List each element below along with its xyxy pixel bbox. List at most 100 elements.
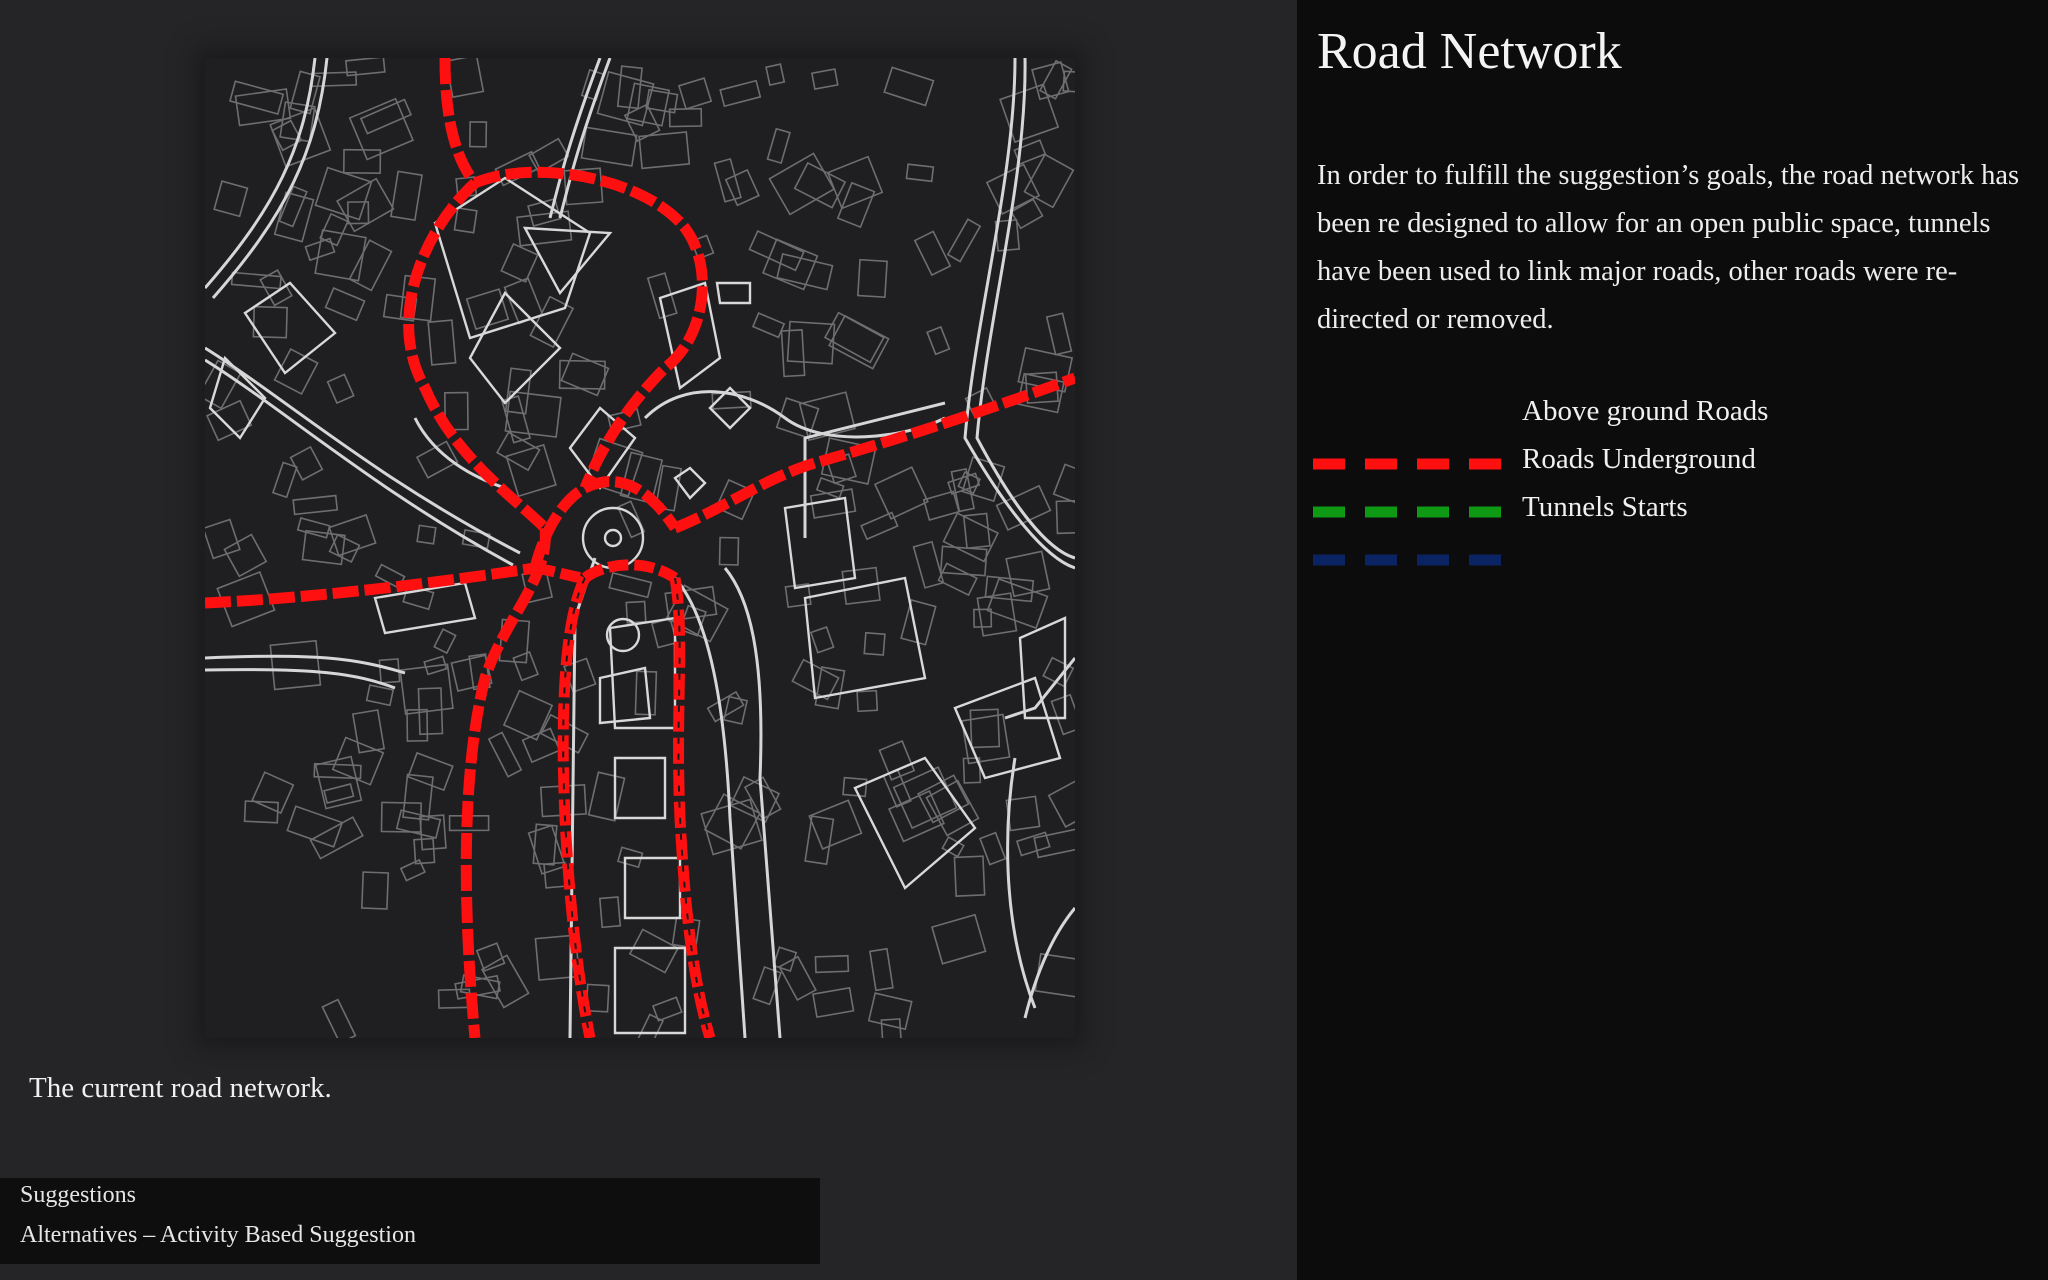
building-footprint bbox=[527, 824, 567, 875]
building-footprint bbox=[713, 157, 742, 203]
building-footprint bbox=[863, 631, 886, 656]
building-footprint bbox=[1050, 693, 1075, 736]
building-footprint bbox=[836, 181, 876, 229]
building-footprint bbox=[289, 445, 324, 481]
building-footprint bbox=[751, 312, 786, 339]
building-footprint bbox=[765, 63, 786, 86]
building-footprint bbox=[1034, 952, 1075, 999]
building-footprint bbox=[598, 896, 622, 929]
building-footprint bbox=[880, 1018, 903, 1038]
city-blocks bbox=[208, 176, 1067, 1035]
building-footprint bbox=[905, 163, 935, 183]
building-footprint bbox=[913, 230, 952, 277]
building-footprint bbox=[480, 954, 530, 1009]
building-footprint bbox=[360, 871, 390, 910]
building-footprint bbox=[810, 68, 839, 91]
building-footprint bbox=[323, 783, 355, 804]
legend-swatch-red-dashes bbox=[1313, 458, 1503, 470]
building-footprint bbox=[856, 689, 879, 713]
legend-label-above-ground: Above ground Roads bbox=[1522, 395, 1769, 427]
building-footprint bbox=[496, 431, 541, 472]
building-footprint bbox=[860, 511, 899, 541]
building-footprint bbox=[761, 238, 819, 291]
building-footprint bbox=[580, 126, 638, 167]
legend-label-underground: Roads Underground bbox=[1522, 443, 1756, 475]
building-footprint bbox=[500, 242, 539, 283]
building-footprint bbox=[342, 148, 382, 174]
building-footprint bbox=[296, 516, 331, 539]
legend-swatch-green-dashes bbox=[1313, 506, 1503, 518]
building-footprint bbox=[748, 230, 805, 272]
building-footprint bbox=[487, 731, 523, 778]
building-footprint bbox=[347, 201, 370, 225]
building-footprint bbox=[636, 1013, 665, 1038]
road-network-map bbox=[205, 58, 1075, 1038]
building-footprint bbox=[650, 617, 678, 649]
building-footprint bbox=[719, 79, 762, 108]
footer-section-label: Suggestions bbox=[20, 1182, 137, 1208]
building-footprint bbox=[230, 271, 282, 290]
legend-label-tunnel-starts: Tunnels Starts bbox=[1522, 491, 1688, 523]
building-footprint bbox=[786, 320, 836, 365]
building-footprint bbox=[453, 207, 478, 234]
building-footprint bbox=[999, 83, 1060, 144]
building-footprint bbox=[1005, 795, 1041, 832]
building-footprint bbox=[1010, 198, 1044, 230]
building-footprint bbox=[475, 942, 506, 972]
building-footprint bbox=[278, 185, 308, 228]
building-footprint bbox=[873, 466, 929, 520]
building-footprint bbox=[1045, 312, 1073, 356]
building-footprint bbox=[888, 789, 945, 843]
building-footprint bbox=[427, 319, 457, 366]
building-footprint bbox=[326, 373, 355, 405]
building-footprint bbox=[868, 947, 894, 992]
panel-description: In order to fulfill the suggestion’s goa… bbox=[1317, 160, 2020, 335]
building-footprint bbox=[780, 329, 806, 378]
building-footprint bbox=[251, 771, 295, 815]
building-footprint bbox=[587, 771, 626, 822]
building-footprint bbox=[922, 490, 960, 521]
building-footprint bbox=[628, 928, 680, 974]
building-footprint bbox=[900, 599, 937, 646]
building-footprint bbox=[651, 996, 683, 1022]
building-footprint bbox=[271, 119, 303, 152]
building-footprint bbox=[973, 608, 993, 628]
building-footprint bbox=[413, 837, 436, 865]
map-canvas bbox=[205, 58, 1075, 1038]
building-footprint bbox=[365, 684, 395, 707]
building-footprint bbox=[504, 390, 562, 438]
building-footprint bbox=[273, 347, 319, 396]
building-footprint bbox=[1042, 656, 1075, 688]
building-footprint bbox=[433, 628, 457, 655]
panel-title: Road Network bbox=[1317, 23, 1622, 80]
building-footprint bbox=[718, 536, 740, 566]
building-footprint bbox=[390, 170, 423, 222]
building-footprint bbox=[348, 239, 393, 292]
building-footprint bbox=[778, 955, 817, 1002]
building-footprint bbox=[324, 287, 366, 322]
building-footprint bbox=[1033, 826, 1075, 859]
building-footprint bbox=[321, 998, 357, 1038]
building-footprint bbox=[677, 77, 713, 110]
building-footprint bbox=[269, 639, 322, 691]
building-footprint bbox=[271, 461, 298, 499]
footer-subsection-label: Alternatives – Activity Based Suggestion bbox=[20, 1222, 416, 1248]
building-footprint bbox=[867, 992, 913, 1031]
building-footprint bbox=[926, 325, 951, 356]
building-footprint bbox=[469, 121, 488, 148]
building-footprint bbox=[512, 650, 539, 682]
building-footprint bbox=[946, 218, 982, 263]
building-footprint bbox=[812, 986, 855, 1019]
building-footprint bbox=[706, 690, 745, 723]
building-footprint bbox=[808, 799, 863, 851]
building-footprint bbox=[814, 954, 850, 974]
building-footprint bbox=[608, 571, 653, 599]
building-footprint bbox=[213, 180, 249, 218]
building-footprint bbox=[406, 708, 429, 742]
building-footprint bbox=[502, 689, 554, 741]
building-footprint bbox=[205, 399, 253, 442]
building-footprint bbox=[380, 801, 422, 833]
legend-swatch-blue-dashes bbox=[1313, 554, 1503, 566]
map-caption: The current road network. bbox=[29, 1072, 332, 1104]
building-footprint bbox=[892, 766, 958, 830]
